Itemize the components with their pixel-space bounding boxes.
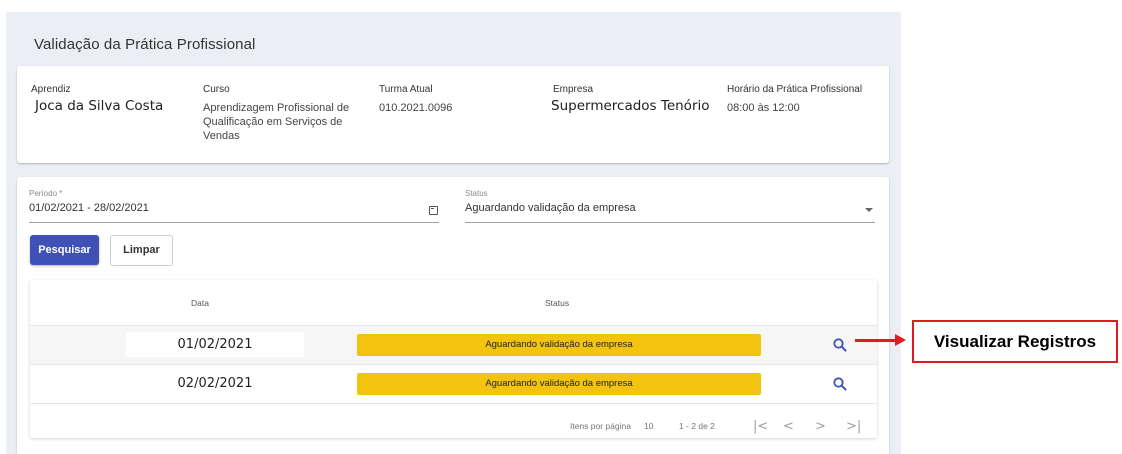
table-row: 01/02/2021 Aguardando validação da empre… bbox=[30, 325, 877, 365]
empresa-value: Supermercados Tenório bbox=[551, 98, 710, 114]
empresa-label: Empresa bbox=[553, 84, 594, 95]
periodo-label: Período * bbox=[29, 189, 63, 198]
items-per-page-select[interactable]: 10 bbox=[644, 421, 653, 431]
last-page-icon[interactable]: >| bbox=[846, 419, 861, 434]
aprendiz-label: Aprendiz bbox=[31, 84, 71, 95]
curso-label: Curso bbox=[203, 84, 230, 95]
items-per-page-label: Itens por página bbox=[570, 421, 631, 431]
page-title: Validação da Prática Profissional bbox=[34, 36, 256, 53]
chevron-down-icon[interactable] bbox=[865, 208, 873, 212]
turma-column: Turma Atual 010.2021.0096 bbox=[379, 84, 452, 115]
search-icon[interactable] bbox=[831, 336, 849, 354]
arrow-right-icon bbox=[895, 334, 906, 346]
pesquisar-button[interactable]: Pesquisar bbox=[30, 235, 99, 265]
limpar-button[interactable]: Limpar bbox=[110, 235, 173, 266]
periodo-underline bbox=[29, 222, 439, 223]
status-badge: Aguardando validação da empresa bbox=[357, 373, 761, 395]
next-page-icon[interactable]: > bbox=[815, 419, 826, 434]
turma-label: Turma Atual bbox=[379, 84, 433, 95]
first-page-icon[interactable]: |< bbox=[753, 419, 768, 434]
status-value[interactable]: Aguardando validação da empresa bbox=[465, 202, 875, 214]
date-cell: 02/02/2021 bbox=[177, 376, 253, 391]
previous-page-icon[interactable]: < bbox=[783, 419, 794, 434]
date-cell: 01/02/2021 bbox=[126, 332, 304, 357]
results-table: Data Status 01/02/2021 Aguardando valida… bbox=[30, 280, 877, 438]
status-field[interactable]: Status Aguardando validação da empresa bbox=[465, 189, 875, 223]
apprentice-info-card: Aprendiz Joca da Silva Costa Curso Apren… bbox=[17, 66, 889, 163]
column-header-data: Data bbox=[191, 298, 209, 308]
horario-column: Horário da Prática Profissional 08:00 às… bbox=[727, 84, 862, 115]
aprendiz-value: Joca da Silva Costa bbox=[35, 98, 164, 114]
annotation-arrow-line bbox=[855, 339, 899, 342]
status-underline bbox=[465, 222, 875, 223]
annotation-label: Visualizar Registros bbox=[912, 320, 1118, 363]
table-row: 02/02/2021 Aguardando validação da empre… bbox=[30, 365, 877, 404]
status-badge: Aguardando validação da empresa bbox=[357, 334, 761, 356]
column-header-status: Status bbox=[545, 298, 570, 308]
turma-value: 010.2021.0096 bbox=[379, 102, 453, 114]
periodo-field[interactable]: Período * 01/02/2021 - 28/02/2021 bbox=[29, 189, 439, 223]
curso-column: Curso Aprendizagem Profissional de Quali… bbox=[203, 84, 368, 143]
calendar-icon[interactable] bbox=[429, 206, 438, 215]
horario-label: Horário da Prática Profissional bbox=[727, 84, 863, 95]
status-label: Status bbox=[465, 189, 488, 198]
page-range: 1 - 2 de 2 bbox=[679, 421, 715, 431]
empresa-column: Empresa Supermercados Tenório bbox=[551, 84, 710, 113]
search-icon[interactable] bbox=[831, 375, 849, 393]
aprendiz-column: Aprendiz Joca da Silva Costa bbox=[31, 84, 163, 113]
curso-value: Aprendizagem Profissional de Qualificaçã… bbox=[203, 102, 350, 142]
filter-card: Período * 01/02/2021 - 28/02/2021 Status… bbox=[17, 177, 889, 454]
periodo-value[interactable]: 01/02/2021 - 28/02/2021 bbox=[29, 202, 439, 214]
horario-value: 08:00 às 12:00 bbox=[727, 102, 800, 114]
